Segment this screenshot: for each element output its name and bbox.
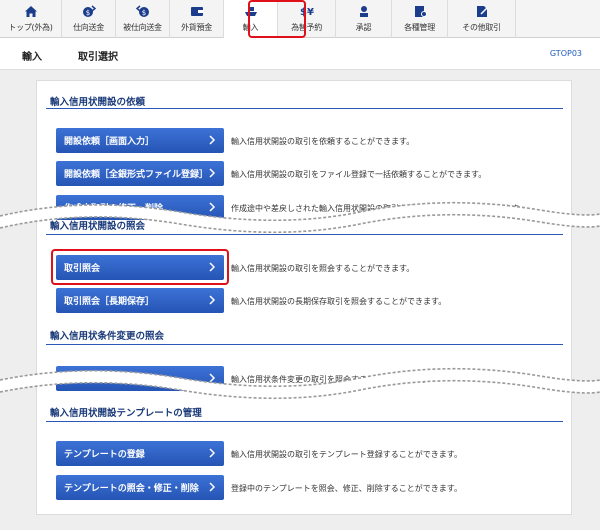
nav-item-deposit[interactable]: 外貨預金 xyxy=(170,0,224,38)
nav-label: 被仕向送金 xyxy=(123,23,162,32)
nav-item-other[interactable]: その他取引 xyxy=(448,0,516,38)
remit-in-icon: $ xyxy=(135,5,149,17)
button-label: テンプレートの登録 xyxy=(64,450,145,460)
section-divider xyxy=(46,108,563,109)
chevron-right-icon xyxy=(209,482,216,492)
button-label: 取引照会［長期保存］ xyxy=(64,297,155,307)
template-register-button[interactable]: テンプレートの登録 xyxy=(56,441,224,466)
svg-text:$: $ xyxy=(141,9,145,17)
chevron-right-icon xyxy=(209,448,216,458)
screen-code: GTOP03 xyxy=(549,49,582,58)
section-title-change: 輸入信用状条件変更の照会 xyxy=(50,331,165,342)
nav-label: 承認 xyxy=(355,23,372,32)
button-description: 輸入信用状開設の取引をテンプレート登録することができます。 xyxy=(231,450,462,459)
nav-item-manage[interactable]: 各種管理 xyxy=(392,0,448,38)
nav-item-approve[interactable]: 承認 xyxy=(336,0,392,38)
open-request-screen-button[interactable]: 開設依頼［画面入力］ xyxy=(56,128,224,153)
open-request-file-button[interactable]: 開設依頼［全銀形式ファイル登録］ xyxy=(56,161,224,186)
other-icon xyxy=(476,6,488,17)
deposit-icon xyxy=(190,7,203,16)
section-title-template: 輸入信用状開設テンプレートの管理 xyxy=(50,408,202,419)
section-divider xyxy=(46,344,563,345)
omission-wave xyxy=(0,201,600,234)
section-title-open: 輸入信用状開設の依頼 xyxy=(50,97,146,108)
highlight-frame xyxy=(248,0,306,38)
title-bar: 輸入 取引選択 GTOP03 xyxy=(0,38,600,70)
button-label: テンプレートの照会・修正・削除 xyxy=(64,484,199,494)
nav-item-remit-in[interactable]: $ 被仕向送金 xyxy=(116,0,170,38)
nav-label: その他取引 xyxy=(462,23,501,32)
nav-label: 各種管理 xyxy=(404,23,435,32)
chevron-right-icon xyxy=(209,168,216,178)
transaction-inquiry-longterm-button[interactable]: 取引照会［長期保存］ xyxy=(56,288,224,313)
chevron-right-icon xyxy=(209,135,216,145)
chevron-right-icon xyxy=(209,295,216,305)
nav-label: 仕向送金 xyxy=(73,23,104,32)
nav-item-top[interactable]: トップ(外為) xyxy=(0,0,62,38)
approve-icon xyxy=(359,6,368,17)
omission-wave xyxy=(0,367,600,400)
nav-label: トップ(外為) xyxy=(8,23,53,32)
button-description: 輸入信用状開設の取引をファイル登録で一括依頼することができます。 xyxy=(231,170,487,179)
section-divider xyxy=(46,421,563,422)
button-description: 輸入信用状開設の取引を照会することができます。 xyxy=(231,264,415,273)
highlight-frame xyxy=(51,249,229,285)
button-description: 登録中のテンプレートを照会、修正、削除することができます。 xyxy=(231,484,462,493)
nav-label: 外貨預金 xyxy=(181,23,212,32)
svg-text:$: $ xyxy=(85,9,89,17)
button-label: 開設依頼［全銀形式ファイル登録］ xyxy=(64,170,209,180)
section-label: 輸入 xyxy=(22,52,42,63)
page-title: 取引選択 xyxy=(78,52,118,63)
button-description: 輸入信用状開設の長期保存取引を照会することができます。 xyxy=(231,297,447,306)
template-manage-button[interactable]: テンプレートの照会・修正・削除 xyxy=(56,475,224,500)
button-label: 開設依頼［画面入力］ xyxy=(64,137,155,147)
nav-item-remit-out[interactable]: $ 仕向送金 xyxy=(62,0,116,38)
manage-icon xyxy=(414,6,427,17)
home-icon xyxy=(24,6,37,17)
button-description: 輸入信用状開設の取引を依頼することができます。 xyxy=(231,137,415,146)
remit-out-icon: $ xyxy=(82,5,96,17)
